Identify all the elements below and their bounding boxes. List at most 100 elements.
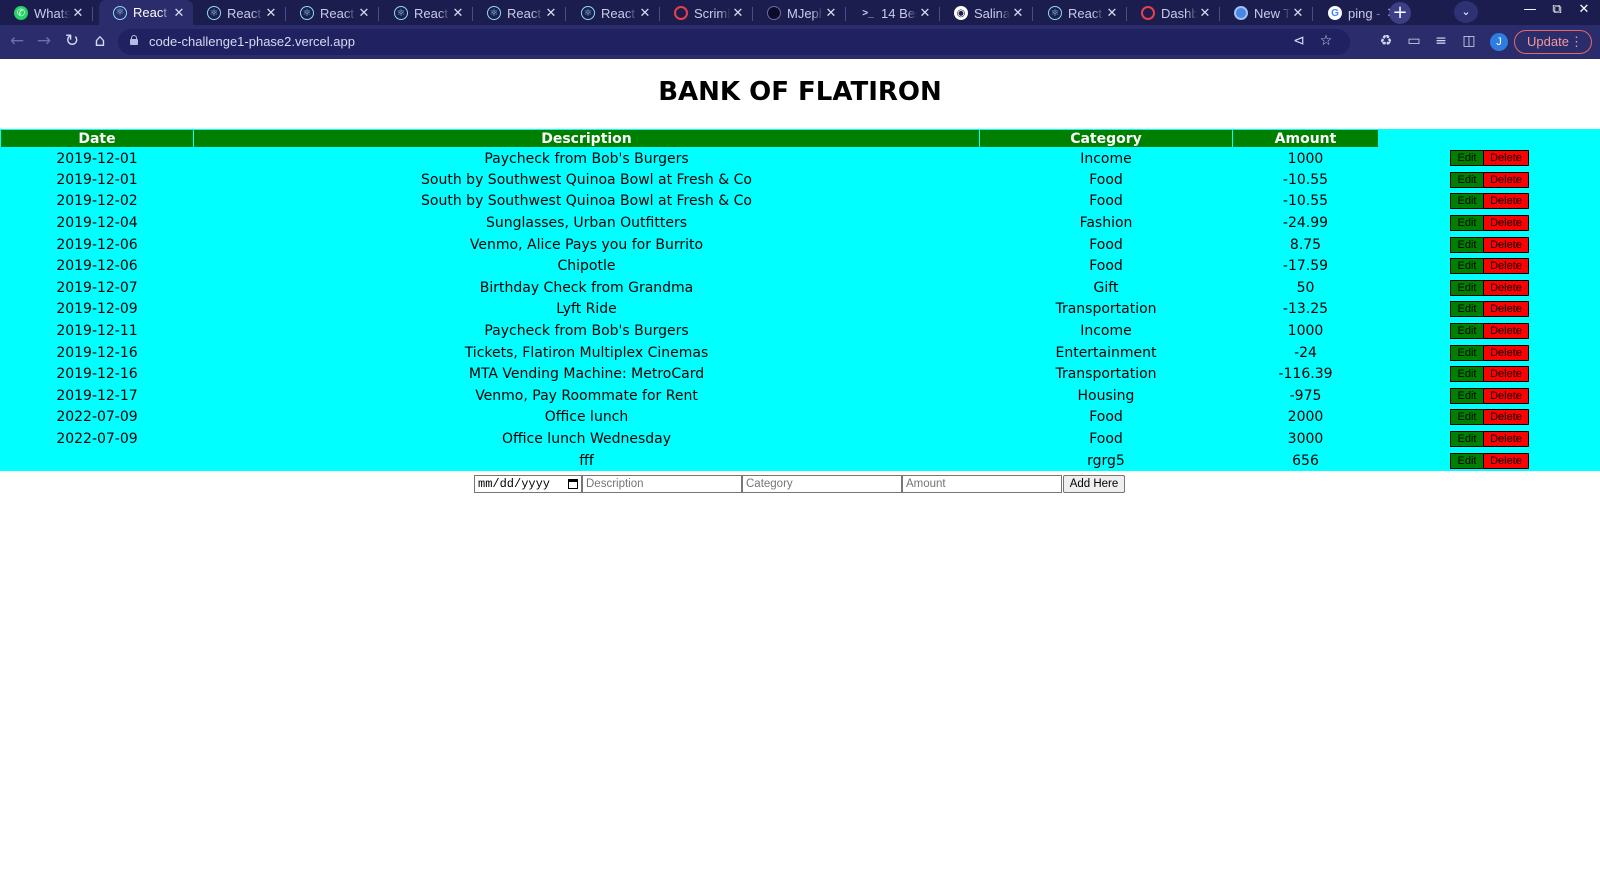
cell-category: Housing [1077, 387, 1135, 404]
delete-button[interactable]: Delete [1483, 215, 1529, 232]
tab-close-icon[interactable]: ✕ [356, 5, 372, 21]
edit-button[interactable]: Edit [1450, 279, 1484, 296]
tab-close-icon[interactable]: ✕ [823, 5, 839, 21]
tab-close-icon[interactable]: ✕ [543, 5, 559, 21]
update-button[interactable]: Update ⋮ [1514, 30, 1592, 54]
more-menu-icon[interactable]: ⋮ [1570, 31, 1583, 53]
cell-amount: 50 [1296, 279, 1315, 296]
delete-button[interactable]: Delete [1483, 387, 1529, 404]
profile-avatar[interactable]: J [1490, 33, 1508, 51]
tab-title: React App [601, 5, 637, 21]
edit-button[interactable]: Edit [1450, 431, 1484, 448]
address-bar[interactable]: code-challenge1-phase2.vercel.app ⊲ ☆ [118, 29, 1350, 55]
extensions-puzzle-icon[interactable]: ♻ [1376, 30, 1396, 52]
new-tab-button[interactable]: + [1389, 2, 1411, 24]
tab-title: Salinas [974, 5, 1010, 21]
cast-icon[interactable]: ▭ [1404, 30, 1424, 52]
restore-icon[interactable]: ⧉ [1549, 2, 1565, 17]
cell-description: Sunglasses, Urban Outfitters [485, 215, 688, 232]
browser-tab[interactable]: ⚛ React App✕ [380, 2, 473, 24]
browser-tab[interactable]: ◉ Salinas✕ [940, 2, 1033, 24]
browser-tab[interactable]: Dashboard✕ [1127, 2, 1220, 24]
calendar-icon[interactable] [568, 479, 578, 489]
edit-button[interactable]: Edit [1450, 301, 1484, 318]
back-arrow-icon[interactable]: ← [6, 30, 28, 52]
tab-close-icon[interactable]: ✕ [70, 5, 86, 21]
cell-date: 2022-07-09 [56, 431, 138, 448]
tab-close-icon[interactable]: ✕ [1290, 5, 1306, 21]
browser-tab[interactable]: >_ 14 Best✕ [847, 2, 940, 24]
edit-button[interactable]: Edit [1450, 409, 1484, 426]
delete-button[interactable]: Delete [1483, 258, 1529, 275]
cell-actions: Edit Delete [1379, 428, 1600, 450]
delete-button[interactable]: Delete [1483, 301, 1529, 318]
amount-input[interactable]: Amount [902, 475, 1062, 493]
browser-tab[interactable]: ⚛ React App✕ [1034, 2, 1127, 24]
edit-button[interactable]: Edit [1450, 258, 1484, 275]
edit-button[interactable]: Edit [1450, 366, 1484, 383]
delete-button[interactable]: Delete [1483, 409, 1529, 426]
delete-button[interactable]: Delete [1483, 171, 1529, 188]
browser-tab[interactable]: ⚛ React App✕ [567, 2, 660, 24]
cell-actions: Edit Delete [1379, 299, 1600, 321]
tab-close-icon[interactable]: ✕ [450, 5, 466, 21]
date-input[interactable]: mm/dd/yyyy [474, 475, 582, 493]
browser-tab[interactable]: New Tab✕ [1220, 2, 1313, 24]
forward-arrow-icon[interactable]: → [33, 30, 55, 52]
tab-search-button[interactable]: ⌄ [1454, 1, 1478, 23]
delete-button[interactable]: Delete [1483, 366, 1529, 383]
browser-tab[interactable]: ⚛ React App✕ [286, 2, 379, 24]
minimize-icon[interactable]: — [1522, 2, 1538, 17]
tab-title: React App [507, 5, 543, 21]
edit-button[interactable]: Edit [1450, 215, 1484, 232]
tab-close-icon[interactable]: ✕ [1197, 5, 1213, 21]
delete-button[interactable]: Delete [1483, 323, 1529, 340]
edit-button[interactable]: Edit [1450, 150, 1484, 167]
delete-button[interactable]: Delete [1483, 452, 1529, 469]
reload-icon[interactable]: ↻ [61, 30, 83, 52]
delete-button[interactable]: Delete [1483, 150, 1529, 167]
edit-button[interactable]: Edit [1450, 236, 1484, 253]
tab-close-icon[interactable]: ✕ [263, 5, 279, 21]
page-content: BANK OF FLATIRON Date Description Catego… [0, 59, 1600, 878]
browser-tabstrip: ✆WhatsApp✕⚛React App✕⚛React App✕⚛React A… [0, 0, 1600, 25]
edit-button[interactable]: Edit [1450, 452, 1484, 469]
browser-tab[interactable]: ⚛ React App✕ [193, 2, 286, 24]
home-icon[interactable]: ⌂ [89, 30, 111, 52]
edit-button[interactable]: Edit [1450, 344, 1484, 361]
reading-list-icon[interactable]: ≡ [1431, 30, 1451, 52]
edit-button[interactable]: Edit [1450, 323, 1484, 340]
browser-tab[interactable]: ⚛ React App✕ [99, 0, 193, 25]
tab-close-icon[interactable]: ✕ [730, 5, 746, 21]
edit-button[interactable]: Edit [1450, 193, 1484, 210]
delete-button[interactable]: Delete [1483, 431, 1529, 448]
browser-tab[interactable]: ✆ WhatsApp✕ [0, 2, 93, 24]
edit-button[interactable]: Edit [1450, 171, 1484, 188]
delete-button[interactable]: Delete [1483, 344, 1529, 361]
table-row: 2019-12-17 Venmo, Pay Roommate for Rent Ho… [1, 385, 1600, 407]
share-icon[interactable]: ⊲ [1290, 33, 1308, 49]
tab-title: React App [133, 5, 171, 20]
tab-close-icon[interactable]: ✕ [637, 5, 653, 21]
delete-button[interactable]: Delete [1483, 236, 1529, 253]
tab-close-icon[interactable]: ✕ [917, 5, 933, 21]
browser-tab[interactable]: MJephi✕ [753, 2, 846, 24]
tab-close-icon[interactable]: ✕ [1104, 5, 1120, 21]
cell-category: Entertainment [1055, 344, 1157, 361]
delete-button[interactable]: Delete [1483, 193, 1529, 210]
bookmark-star-icon[interactable]: ☆ [1317, 33, 1335, 49]
add-here-button[interactable]: Add Here [1063, 475, 1125, 493]
tab-close-icon[interactable]: ✕ [171, 5, 187, 21]
category-input[interactable]: Category [742, 475, 902, 493]
edit-button[interactable]: Edit [1450, 387, 1484, 404]
browser-tab[interactable]: Scrimba✕ [660, 2, 753, 24]
side-panel-icon[interactable]: ◫ [1459, 30, 1479, 52]
delete-button[interactable]: Delete [1483, 279, 1529, 296]
react-icon: ⚛ [394, 6, 408, 20]
description-input[interactable]: Description [582, 475, 742, 493]
close-window-icon[interactable]: ✕ [1576, 2, 1592, 17]
tab-close-icon[interactable]: ✕ [1010, 5, 1026, 21]
browser-tab[interactable]: ⚛ React App✕ [473, 2, 566, 24]
cell-date: 2019-12-07 [56, 279, 138, 296]
cell-actions: Edit Delete [1379, 212, 1600, 234]
